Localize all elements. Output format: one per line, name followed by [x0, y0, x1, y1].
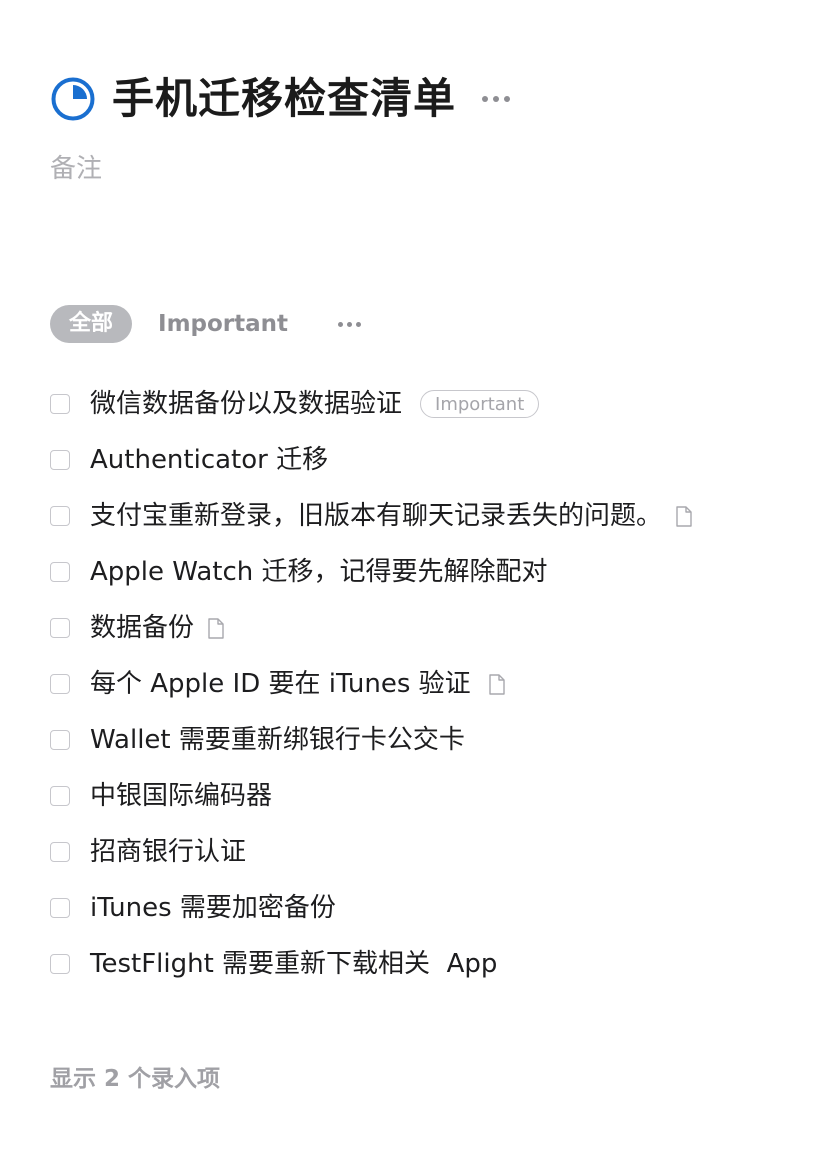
task-row[interactable]: TestFlight 需要重新下载相关 App [50, 936, 790, 992]
task-title[interactable]: Wallet 需要重新绑银行卡公交卡 [90, 723, 465, 757]
task-checkbox[interactable] [50, 730, 70, 750]
task-title[interactable]: 支付宝重新登录，旧版本有聊天记录丢失的问题。 [90, 499, 662, 533]
progress-circle-icon[interactable] [50, 76, 96, 122]
note-document-icon [676, 505, 692, 527]
filter-all-chip[interactable]: 全部 [50, 305, 133, 343]
task-title[interactable]: TestFlight 需要重新下载相关 App [90, 947, 497, 981]
task-title[interactable]: Authenticator 迁移 [90, 443, 328, 477]
filter-more-horizontal-icon[interactable] [338, 305, 362, 343]
task-checkbox[interactable] [50, 618, 70, 638]
filter-important-tag[interactable]: Important [158, 305, 288, 343]
task-row[interactable]: 数据备份 [50, 600, 790, 656]
task-checkbox[interactable] [50, 562, 70, 582]
task-row[interactable]: 微信数据备份以及数据验证 Important [50, 376, 790, 432]
task-checkbox[interactable] [50, 786, 70, 806]
task-row[interactable]: 招商银行认证 [50, 824, 790, 880]
filter-bar: 全部 Important [50, 305, 362, 343]
more-horizontal-icon[interactable] [482, 72, 511, 126]
task-title[interactable]: 微信数据备份以及数据验证 [90, 387, 402, 421]
task-title[interactable]: 中银国际编码器 [90, 779, 272, 813]
notes-field[interactable]: 备注 [50, 152, 102, 186]
task-title[interactable]: 招商银行认证 [90, 835, 246, 869]
task-checkbox[interactable] [50, 898, 70, 918]
task-title[interactable]: 每个 Apple ID 要在 iTunes 验证 [90, 667, 471, 701]
task-row[interactable]: 支付宝重新登录，旧版本有聊天记录丢失的问题。 [50, 488, 790, 544]
show-completed-link[interactable]: 显示 2 个录入项 [50, 1063, 220, 1095]
note-document-icon [208, 617, 224, 639]
task-checkbox[interactable] [50, 954, 70, 974]
page-title[interactable]: 手机迁移检查清单 [112, 72, 456, 126]
task-checkbox[interactable] [50, 674, 70, 694]
tag-pill-important[interactable]: Important [420, 390, 540, 418]
list-header: 手机迁移检查清单 [50, 72, 511, 126]
task-checkbox[interactable] [50, 394, 70, 414]
note-document-icon [488, 673, 505, 695]
task-list: 微信数据备份以及数据验证 Important Authenticator 迁移 … [50, 376, 790, 992]
task-title[interactable]: iTunes 需要加密备份 [90, 891, 336, 925]
task-row[interactable]: Wallet 需要重新绑银行卡公交卡 [50, 712, 790, 768]
task-checkbox[interactable] [50, 450, 70, 470]
task-row[interactable]: 中银国际编码器 [50, 768, 790, 824]
task-row[interactable]: Authenticator 迁移 [50, 432, 790, 488]
task-title[interactable]: 数据备份 [90, 611, 194, 645]
task-checkbox[interactable] [50, 842, 70, 862]
task-title[interactable]: Apple Watch 迁移，记得要先解除配对 [90, 555, 548, 589]
task-row[interactable]: 每个 Apple ID 要在 iTunes 验证 [50, 656, 790, 712]
task-checkbox[interactable] [50, 506, 70, 526]
task-row[interactable]: Apple Watch 迁移，记得要先解除配对 [50, 544, 790, 600]
task-row[interactable]: iTunes 需要加密备份 [50, 880, 790, 936]
